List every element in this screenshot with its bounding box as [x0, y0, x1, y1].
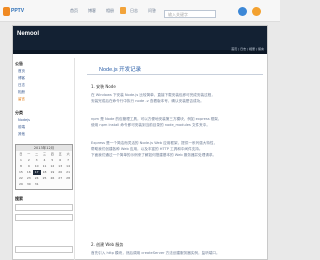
- calendar-day[interactable]: 6: [56, 158, 64, 163]
- nav-item-log[interactable]: 日志: [130, 8, 138, 14]
- calendar-weekday: 三: [42, 152, 46, 156]
- sidebar-link[interactable]: 其他: [18, 132, 25, 137]
- calendar-weekday: 一: [27, 152, 31, 156]
- sidebar-link[interactable]: 相册: [18, 90, 25, 95]
- sidebar-link[interactable]: Nodejs: [18, 118, 30, 122]
- search-input[interactable]: 输入关键字: [164, 10, 216, 18]
- browser-toolbar: PPTV 首页 博客 相册 日志 问答 输入关键字: [0, 0, 280, 22]
- sidebar-search-label: 搜索: [15, 196, 23, 201]
- blog-title[interactable]: Nemool: [17, 31, 39, 37]
- calendar-day[interactable]: 12: [48, 164, 56, 169]
- calendar-day[interactable]: 9: [25, 164, 33, 169]
- calendar-day[interactable]: 14: [64, 164, 72, 169]
- shield-icon[interactable]: [120, 7, 126, 14]
- title-divider: [87, 74, 263, 75]
- calendar-day[interactable]: 28: [64, 176, 72, 181]
- paragraph-line: 首先引入 http 模块，然后调用 createServer 方法创建服务器实例…: [91, 251, 220, 255]
- header-strip: [13, 50, 267, 54]
- paragraph-line: 使用 npm install 命令即可安装到当前目录的 node_modules…: [91, 123, 210, 127]
- calendar-day[interactable]: 21: [64, 170, 72, 175]
- article: Node.js 开发记录 1. 安装 Node 在 Windows 下安装 No…: [79, 58, 265, 260]
- notification-icon[interactable]: [252, 7, 261, 16]
- calendar-day[interactable]: 27: [56, 176, 64, 181]
- sidebar: 公告 首页 博客 日志 相册 留言 分类 Nodejs 前端 其他 2013年1…: [13, 58, 75, 260]
- calendar-day[interactable]: 18: [41, 170, 49, 175]
- calendar-day[interactable]: 29: [17, 182, 25, 187]
- calendar-day[interactable]: 26: [48, 176, 56, 181]
- calendar-day[interactable]: 15: [17, 170, 25, 175]
- calendar-day[interactable]: 2: [25, 158, 33, 163]
- calendar-weekday: 四: [50, 152, 54, 156]
- calendar-weekday: 日: [19, 152, 23, 156]
- sidebar-link[interactable]: 博客: [18, 76, 25, 81]
- paragraph: 首先引入 http 模块，然后调用 createServer 方法创建服务器实例…: [91, 250, 261, 256]
- blog-page: Nemool 首页 | 日志 | 相册 | 留言 公告 首页 博客 日志 相册 …: [12, 25, 268, 260]
- calendar-weekday: 六: [66, 152, 70, 156]
- nav-item-blog[interactable]: 博客: [88, 8, 96, 14]
- calendar-header: 2013年12月: [16, 145, 72, 151]
- blog-header: Nemool 首页 | 日志 | 相册 | 留言: [13, 26, 267, 54]
- calendar-day[interactable]: 17: [32, 170, 41, 175]
- calendar-day[interactable]: 10: [33, 164, 41, 169]
- nav-item-qa[interactable]: 问答: [148, 8, 156, 14]
- calendar-day[interactable]: 30: [25, 182, 33, 187]
- sidebar-input[interactable]: [15, 214, 73, 221]
- calendar-day[interactable]: 19: [48, 170, 56, 175]
- calendar-day[interactable]: 13: [56, 164, 64, 169]
- paragraph-line: 安装完成后在命令行中执行 node -v 查看版本号，确认安装是否成功。: [91, 99, 204, 103]
- calendar-day[interactable]: 1: [17, 158, 25, 163]
- calendar-day[interactable]: 25: [41, 176, 49, 181]
- paragraph: Express 是一个简洁而灵活的 Node.js Web 应用框架，提供一系列…: [91, 140, 261, 158]
- calendar-day[interactable]: 24: [33, 176, 41, 181]
- calendar-day[interactable]: 5: [48, 158, 56, 163]
- calendar-weekday: 五: [58, 152, 62, 156]
- calendar-day[interactable]: 11: [41, 164, 49, 169]
- paragraph: 在 Windows 下安装 Node.js 比较简单，直接下载安装包即可完成安装…: [91, 92, 261, 104]
- calendar-day[interactable]: 3: [33, 158, 41, 163]
- calendar-grid: 日一二三四五六 1 2 3 4 5 6 7 8 9 10 11 12 13 14 15 16 17 18 19 20 21…: [17, 152, 72, 187]
- logo-mark-icon: [3, 7, 10, 16]
- paragraph-line: 下面我们通过一个简单的示例来了解如何搭建基本的 Web 服务器并处理请求。: [91, 153, 217, 157]
- section-heading: 1. 安装 Node: [91, 84, 116, 89]
- sidebar-link[interactable]: 日志: [18, 83, 25, 88]
- section-heading: 2. 创建 Web 服务: [91, 242, 124, 247]
- calendar-day[interactable]: 7: [64, 158, 72, 163]
- sidebar-link[interactable]: 前端: [18, 125, 25, 130]
- paragraph: npm 是 Node 的包管理工具，可以方便地安装第三方模块，例如 expres…: [91, 116, 261, 128]
- header-links[interactable]: 首页 | 日志 | 相册 | 留言: [231, 47, 264, 51]
- post-title[interactable]: Node.js 开发记录: [99, 65, 141, 73]
- user-icon[interactable]: [238, 7, 247, 16]
- sidebar-link[interactable]: 首页: [18, 69, 25, 74]
- sidebar-section-title: 公告: [15, 61, 23, 66]
- calendar-day[interactable]: 31: [33, 182, 41, 187]
- sidebar-section-title: 分类: [15, 110, 23, 115]
- calendar-day[interactable]: 23: [25, 176, 33, 181]
- sidebar-link[interactable]: 留言: [18, 97, 25, 102]
- calendar-day[interactable]: 22: [17, 176, 25, 181]
- sidebar-search-input[interactable]: [15, 204, 73, 211]
- calendar-day[interactable]: 4: [41, 158, 49, 163]
- calendar-weekday: 二: [35, 152, 39, 156]
- calendar: 2013年12月 日一二三四五六 1 2 3 4 5 6 7 8 9 10 11 12 13 14 15 16 1…: [15, 144, 73, 190]
- logo-text: PPTV: [11, 8, 25, 14]
- calendar-day[interactable]: 8: [17, 164, 25, 169]
- nav-item-home[interactable]: 首页: [70, 8, 78, 14]
- calendar-day[interactable]: 20: [56, 170, 64, 175]
- site-logo[interactable]: PPTV: [3, 7, 25, 16]
- calendar-day[interactable]: 16: [25, 170, 33, 175]
- nav-item-album[interactable]: 相册: [106, 8, 114, 14]
- sidebar-input[interactable]: [15, 246, 73, 253]
